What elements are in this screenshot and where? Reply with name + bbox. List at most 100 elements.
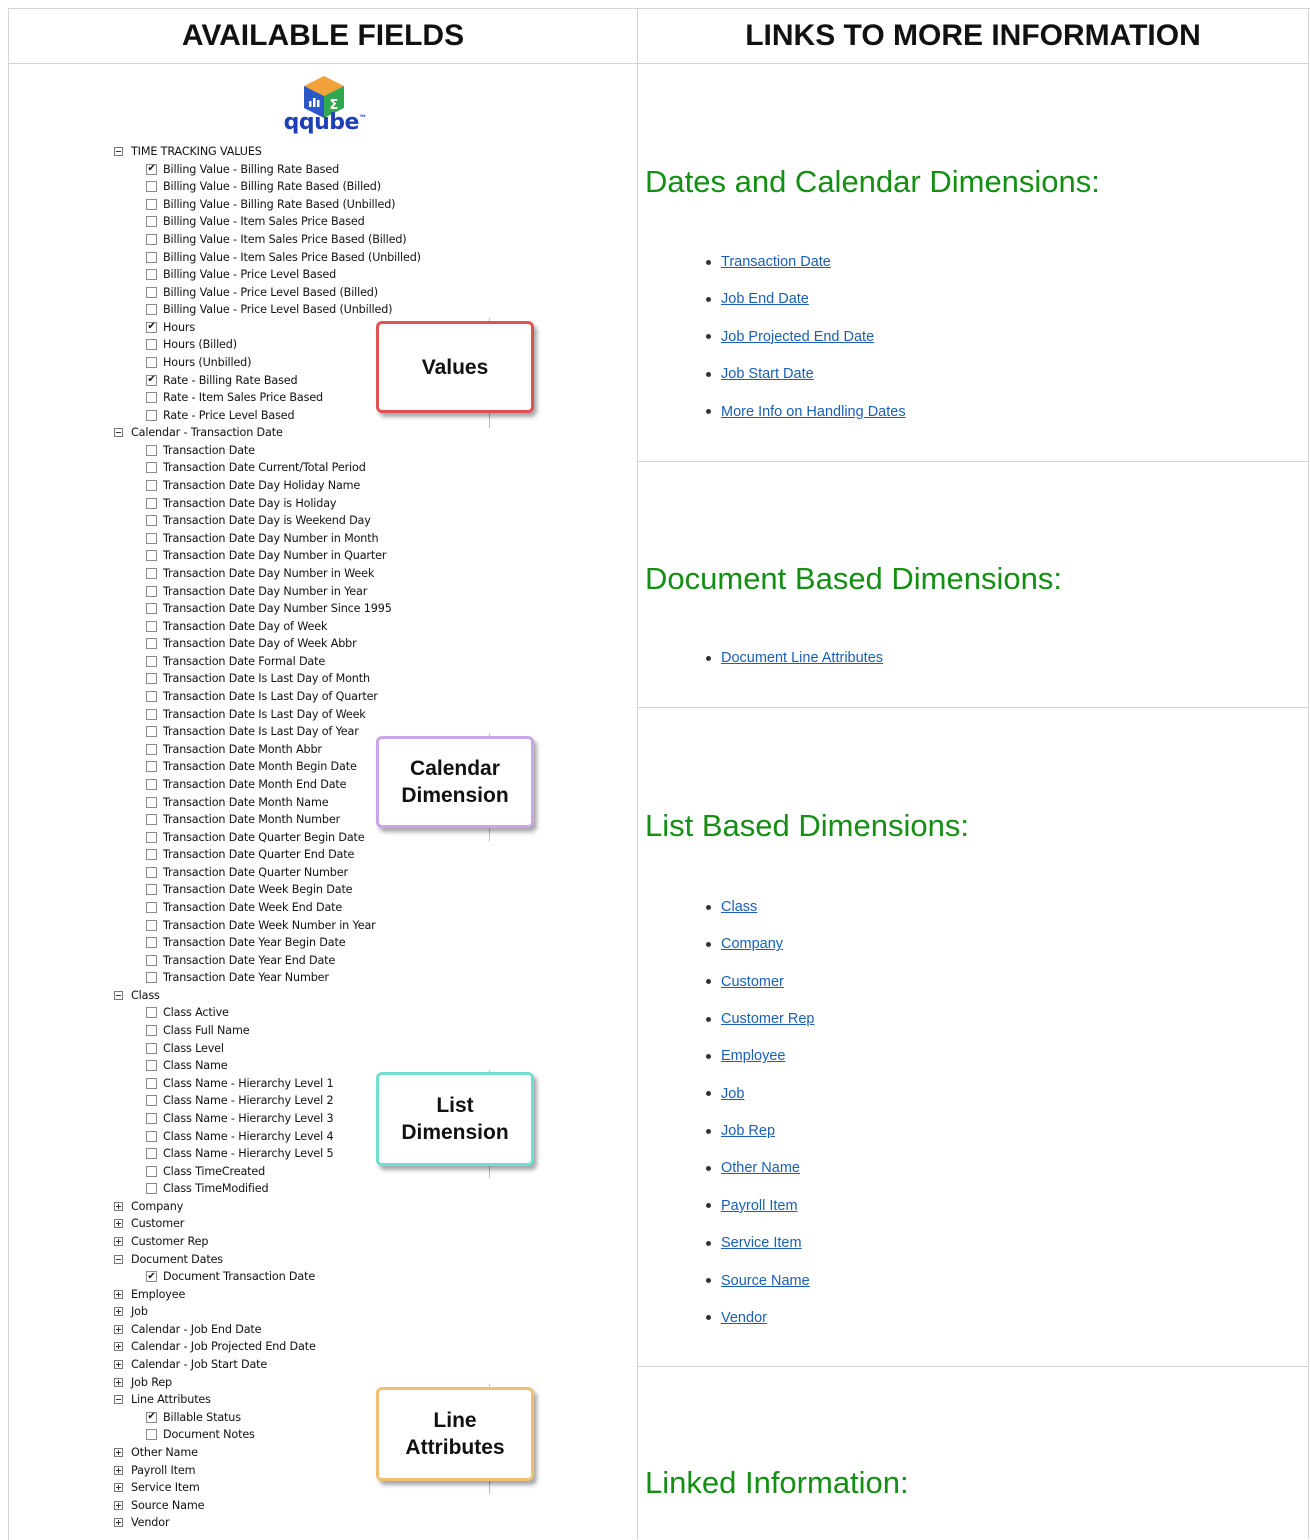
expand-icon[interactable] [114, 1307, 123, 1317]
tree-field-row[interactable]: Transaction Date Day Holiday Name [146, 477, 360, 494]
checkbox[interactable] [146, 181, 157, 193]
tree-field-row[interactable]: Transaction Date Month Begin Date [146, 758, 357, 775]
checkbox[interactable] [146, 392, 157, 404]
checkbox[interactable] [146, 1112, 157, 1124]
tree-field-row[interactable]: Class Full Name [146, 1022, 250, 1039]
tree-field-row[interactable]: Rate - Price Level Based [146, 407, 295, 424]
tree-field-row[interactable]: ✔ Rate - Billing Rate Based [146, 372, 298, 389]
info-link[interactable]: Source Name [721, 1273, 810, 1289]
info-link[interactable]: Transaction Date [721, 254, 831, 270]
tree-field-row[interactable]: Transaction Date Year Number [146, 969, 329, 986]
tree-field-row[interactable]: ✔ Document Transaction Date [146, 1268, 315, 1285]
info-link[interactable]: Vendor [721, 1310, 767, 1326]
checkbox[interactable] [146, 1183, 157, 1195]
expand-icon[interactable] [114, 1324, 123, 1334]
tree-group-row[interactable]: Service Item [114, 1479, 200, 1496]
tree-field-row[interactable]: Transaction Date Day is Weekend Day [146, 512, 371, 529]
checkbox-checked[interactable]: ✔ [146, 163, 157, 175]
checkbox[interactable] [146, 532, 157, 544]
checkbox[interactable] [146, 620, 157, 632]
tree-group-row[interactable]: Employee [114, 1286, 185, 1303]
collapse-icon[interactable] [114, 147, 123, 156]
tree-field-row[interactable]: Transaction Date Week Begin Date [146, 881, 353, 898]
checkbox[interactable] [146, 638, 157, 650]
checkbox[interactable] [146, 1007, 157, 1019]
checkbox[interactable] [146, 550, 157, 562]
tree-group-row[interactable]: TIME TRACKING VALUES [114, 143, 262, 160]
expand-icon[interactable] [114, 1219, 123, 1229]
tree-field-row[interactable]: Transaction Date Current/Total Period [146, 459, 366, 476]
checkbox[interactable] [146, 286, 157, 298]
info-link[interactable]: Company [721, 936, 783, 952]
tree-field-row[interactable]: Billing Value - Billing Rate Based (Bill… [146, 178, 381, 195]
tree-field-row[interactable]: Billing Value - Item Sales Price Based (… [146, 249, 421, 266]
checkbox[interactable] [146, 198, 157, 210]
tree-field-row[interactable]: Class Name - Hierarchy Level 3 [146, 1110, 334, 1127]
tree-field-row[interactable]: Document Notes [146, 1426, 255, 1443]
tree-group-row[interactable]: Document Dates [114, 1251, 223, 1268]
tree-field-row[interactable]: Billing Value - Price Level Based (Unbil… [146, 301, 393, 318]
expand-icon[interactable] [114, 1360, 123, 1369]
checkbox[interactable] [146, 796, 157, 808]
collapse-icon[interactable] [114, 1395, 123, 1405]
tree-field-row[interactable]: Billing Value - Billing Rate Based (Unbi… [146, 196, 396, 213]
tree-group-row[interactable]: Customer [114, 1215, 184, 1232]
checkbox[interactable] [146, 972, 157, 984]
tree-field-row[interactable]: Class Name - Hierarchy Level 1 [146, 1075, 334, 1092]
checkbox[interactable] [146, 708, 157, 720]
checkbox[interactable] [146, 831, 157, 843]
checkbox[interactable] [146, 919, 157, 931]
tree-field-row[interactable]: Billing Value - Price Level Based [146, 266, 336, 283]
tree-field-row[interactable]: Transaction Date Is Last Day of Year [146, 723, 359, 740]
info-link[interactable]: Customer [721, 974, 784, 990]
checkbox[interactable] [146, 585, 157, 597]
tree-group-row[interactable]: Job [114, 1303, 148, 1320]
info-link[interactable]: More Info on Handling Dates [721, 404, 906, 420]
tree-field-row[interactable]: Rate - Item Sales Price Based [146, 389, 323, 406]
tree-field-row[interactable]: Class Name - Hierarchy Level 2 [146, 1092, 334, 1109]
collapse-icon[interactable] [114, 428, 123, 438]
tree-field-row[interactable]: Transaction Date Month Abbr [146, 741, 322, 758]
expand-icon[interactable] [114, 1237, 123, 1246]
checkbox[interactable] [146, 480, 157, 491]
tree-field-row[interactable]: Transaction Date [146, 442, 255, 459]
collapse-icon[interactable] [114, 1254, 123, 1264]
tree-field-row[interactable]: Transaction Date Day of Week Abbr [146, 635, 357, 652]
info-link[interactable]: Job End Date [721, 291, 809, 307]
checkbox[interactable] [146, 1429, 157, 1441]
checkbox-checked[interactable]: ✔ [146, 374, 157, 386]
tree-field-row[interactable]: ✔ Hours [146, 319, 195, 336]
checkbox[interactable] [146, 251, 157, 263]
checkbox[interactable] [146, 603, 157, 615]
tree-field-row[interactable]: Hours (Billed) [146, 336, 237, 353]
tree-field-row[interactable]: Class Name - Hierarchy Level 4 [146, 1128, 334, 1145]
tree-field-row[interactable]: Class Active [146, 1004, 229, 1021]
checkbox[interactable] [146, 691, 157, 702]
info-link[interactable]: Job Start Date [721, 366, 814, 382]
checkbox[interactable] [146, 1077, 157, 1089]
tree-field-row[interactable]: Transaction Date Month Number [146, 811, 340, 828]
info-link[interactable]: Service Item [721, 1235, 802, 1251]
checkbox[interactable] [146, 866, 157, 878]
checkbox[interactable] [146, 1042, 157, 1054]
tree-field-row[interactable]: Transaction Date Formal Date [146, 653, 325, 670]
tree-field-row[interactable]: Class Name [146, 1057, 228, 1074]
tree-field-row[interactable]: Transaction Date Month Name [146, 794, 329, 811]
checkbox[interactable] [146, 216, 157, 228]
tree-group-row[interactable]: Class [114, 987, 160, 1004]
tree-field-row[interactable]: Transaction Date Is Last Day of Week [146, 706, 366, 723]
tree-field-row[interactable]: Transaction Date Day is Holiday [146, 495, 337, 512]
checkbox[interactable] [146, 761, 157, 773]
tree-field-row[interactable]: Class Name - Hierarchy Level 5 [146, 1145, 334, 1162]
info-link[interactable]: Customer Rep [721, 1011, 814, 1027]
info-link[interactable]: Job Projected End Date [721, 329, 874, 345]
checkbox[interactable] [146, 1060, 157, 1072]
checkbox[interactable] [146, 462, 157, 474]
tree-field-row[interactable]: Transaction Date Day Number in Month [146, 530, 379, 547]
tree-field-row[interactable]: Transaction Date Quarter Number [146, 864, 348, 881]
checkbox[interactable] [146, 233, 157, 245]
tree-field-row[interactable]: Transaction Date Month End Date [146, 776, 347, 793]
tree-field-row[interactable]: Transaction Date Is Last Day of Quarter [146, 688, 378, 705]
checkbox-checked[interactable]: ✔ [146, 1271, 157, 1283]
checkbox[interactable] [146, 409, 157, 421]
